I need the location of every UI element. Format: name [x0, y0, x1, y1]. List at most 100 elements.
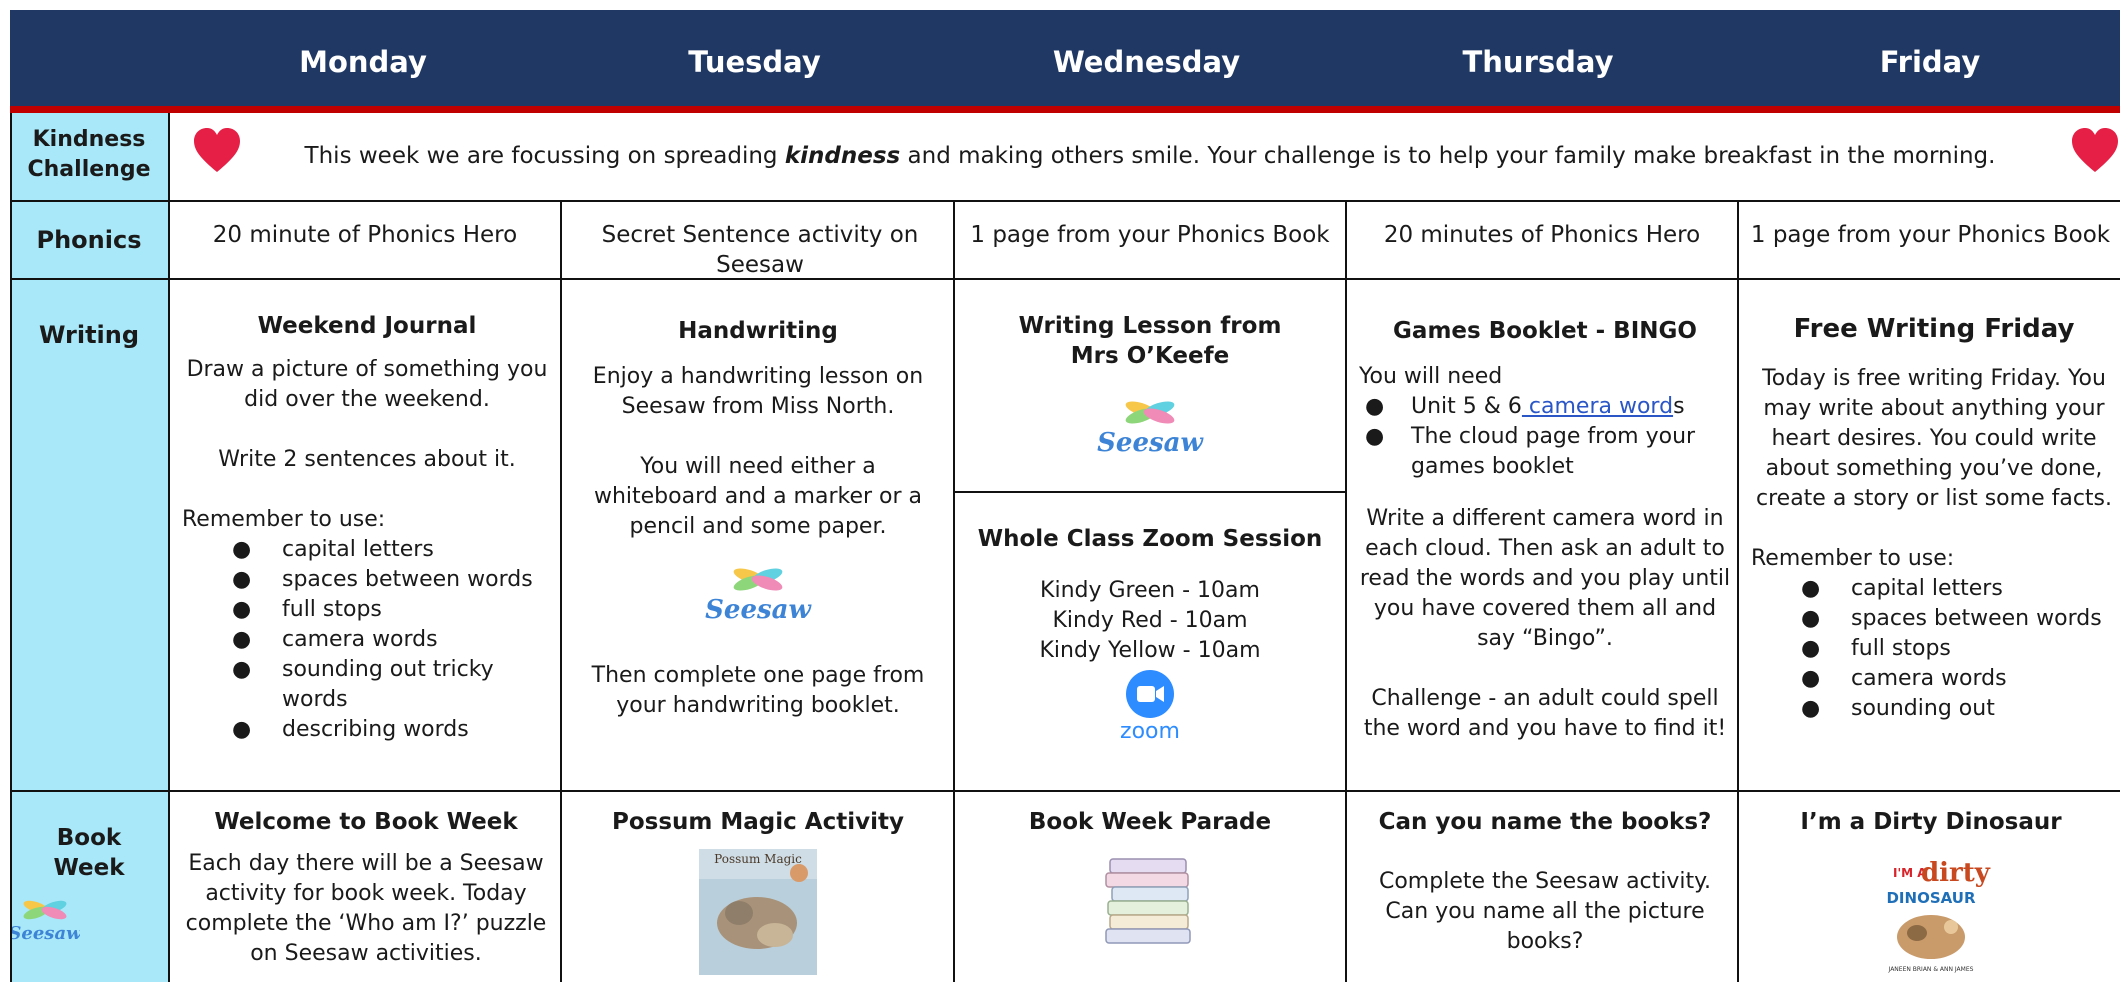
book-week-tuesday-title: Possum Magic Activity — [612, 809, 904, 835]
header-monday: Monday — [299, 45, 427, 79]
seesaw-logo: Seesaw — [990, 397, 1310, 470]
dirty-dinosaur-cover: I'M A dirty DINOSAUR JANEEN BRIAN & ANN … — [1745, 847, 2117, 986]
writing-thursday-p2: Challenge - an adult could spell the wor… — [1363, 686, 1727, 741]
writing-wednesday-lesson: Writing Lesson from Mrs O’Keefe Seesaw — [990, 311, 1310, 470]
svg-text:Possum Magic: Possum Magic — [714, 852, 802, 866]
list-item-text: describing words — [282, 717, 469, 742]
kindness-text-after: and making others smile. Your challenge … — [900, 143, 1996, 169]
writing-friday-list: ● capital letters ● spaces between words ●… — [1751, 574, 2117, 724]
book-week-thursday: Can you name the books? Complete the See… — [1360, 807, 1730, 957]
phonics-thursday: 20 minutes of Phonics Hero — [1383, 222, 1701, 248]
possum-magic-cover: Possum Magic — [568, 849, 948, 984]
header-friday: Friday — [1879, 45, 1981, 79]
book-week-friday-title: I’m a Dirty Dinosaur — [1800, 809, 2062, 835]
header-thursday: Thursday — [1462, 45, 1614, 79]
phonics-wednesday: 1 page from your Phonics Book — [970, 222, 1330, 248]
list-item: ● sounding out — [1801, 696, 1995, 721]
writing-monday-p2: Write 2 sentences about it. — [218, 447, 516, 472]
row-label-kindness-line2: Challenge — [27, 157, 151, 182]
list-item-text: camera words — [1851, 666, 2007, 691]
list-item-text: capital letters — [1851, 576, 2003, 601]
row-label-kindness: Kindness Challenge — [10, 113, 168, 201]
grid-line — [1345, 200, 1347, 982]
book-week-monday-p1: Each day there will be a Seesaw activity… — [185, 851, 547, 966]
grid-line — [1737, 200, 1739, 982]
seesaw-logo: Seesaw — [10, 897, 168, 945]
row-label-kindness-line1: Kindness — [32, 127, 146, 152]
grid-line — [10, 113, 12, 982]
writing-monday-remember: Remember to use: — [182, 507, 386, 532]
seesaw-logo: Seesaw — [578, 564, 938, 637]
list-item-text: camera words — [282, 627, 438, 652]
book-week-thursday-title: Can you name the books? — [1378, 809, 1712, 835]
row-label-phonics: Phonics — [10, 201, 168, 279]
svg-text:Seesaw: Seesaw — [10, 923, 80, 944]
zoom-logo: zoom — [960, 670, 1340, 751]
grid-line — [168, 113, 170, 982]
list-item: ● camera words — [1801, 666, 2007, 691]
list-item-text: The cloud page from your games booklet — [1411, 424, 1696, 479]
zoom-session-green: Kindy Green - 10am — [1040, 578, 1260, 603]
book-week-wednesday: Book Week Parade — [960, 807, 1340, 956]
writing-tuesday-p1: Enjoy a handwriting lesson on Seesaw fro… — [592, 364, 924, 419]
writing-friday-title: Free Writing Friday — [1793, 314, 2075, 344]
svg-text:DINOSAUR: DINOSAUR — [1886, 889, 1975, 907]
svg-text:dirty: dirty — [1921, 858, 1991, 888]
list-item: ● full stops — [232, 597, 382, 622]
book-week-wednesday-title: Book Week Parade — [1028, 809, 1272, 835]
list-item-text: sounding out tricky words — [282, 657, 494, 712]
writing-wednesday-title-line2: Mrs O’Keefe — [1070, 343, 1230, 369]
phonics-tuesday: Secret Sentence activity on Seesaw — [601, 222, 919, 278]
list-item: ● describing words — [232, 717, 469, 742]
writing-tuesday-p3: Then complete one page from your handwri… — [591, 663, 925, 718]
grid-line — [10, 278, 2120, 280]
row-label-book-line1: Book — [56, 825, 122, 851]
header-wednesday: Wednesday — [1052, 45, 1241, 79]
header-bar: Monday Tuesday Wednesday Thursday Friday — [10, 10, 2120, 110]
zoom-session-yellow: Kindy Yellow - 10am — [1039, 638, 1261, 663]
book-week-tuesday: Possum Magic Activity Possum Magic — [568, 807, 948, 984]
list-item: ● Unit 5 & 6 camera words — [1365, 394, 1685, 419]
svg-text:Seesaw: Seesaw — [1097, 428, 1204, 458]
kindness-text-before: This week we are focussing on spreading — [304, 143, 785, 169]
writing-thursday-list: ● Unit 5 & 6 camera words ● The cloud page… — [1359, 392, 1731, 482]
svg-text:zoom: zoom — [1120, 719, 1180, 742]
list-item-text: full stops — [1851, 636, 1951, 661]
writing-thursday-p1: Write a different camera word in each cl… — [1359, 506, 1731, 651]
row-label-writing-text: Writing — [38, 321, 140, 349]
list-item: ● spaces between words — [1801, 606, 2102, 631]
list-item: ● spaces between words — [232, 567, 533, 592]
kindness-emphasis: kindness — [784, 143, 901, 169]
zoom-session-title: Whole Class Zoom Session — [977, 526, 1323, 552]
writing-monday-p1: Draw a picture of something you did over… — [186, 357, 548, 412]
writing-thursday: Games Booklet - BINGO You will need ● Uni… — [1359, 316, 1731, 744]
book-week-thursday-p1: Complete the Seesaw activity. Can you na… — [1378, 869, 1712, 954]
phonics-monday: 20 minute of Phonics Hero — [212, 222, 518, 248]
list-item-text: full stops — [282, 597, 382, 622]
writing-tuesday: Handwriting Enjoy a handwriting lesson o… — [578, 316, 938, 721]
phonics-friday: 1 page from your Phonics Book — [1750, 222, 2111, 248]
list-item: ● capital letters — [1801, 576, 2003, 601]
book-stack-icon — [960, 853, 1340, 956]
row-label-book-week: Book Week Seesaw — [10, 791, 168, 982]
camera-words-link[interactable]: camera word — [1522, 394, 1673, 419]
writing-thursday-need: You will need — [1359, 364, 1503, 389]
zoom-session-red: Kindy Red - 10am — [1052, 608, 1248, 633]
grid-line — [953, 491, 1345, 493]
list-item-text: capital letters — [282, 537, 434, 562]
writing-thursday-title: Games Booklet - BINGO — [1393, 318, 1697, 344]
kindness-challenge-text: This week we are focussing on spreading … — [250, 141, 2050, 171]
grid-line — [10, 200, 2120, 202]
list-item-text-suffix: s — [1673, 394, 1685, 419]
grid-line — [10, 790, 2120, 792]
writing-friday: Free Writing Friday Today is free writin… — [1751, 314, 2117, 724]
list-item-text: Unit 5 & 6 — [1411, 394, 1522, 419]
list-item-text: sounding out — [1851, 696, 1995, 721]
heart-icon — [2068, 124, 2120, 178]
list-item: ● full stops — [1801, 636, 1951, 661]
writing-monday: Weekend Journal Draw a picture of someth… — [182, 311, 552, 745]
writing-monday-list: ● capital letters ● spaces between words ●… — [182, 535, 552, 745]
grid-line — [953, 200, 955, 982]
writing-monday-title: Weekend Journal — [257, 313, 477, 339]
writing-wednesday-title-line1: Writing Lesson from — [1018, 313, 1282, 339]
